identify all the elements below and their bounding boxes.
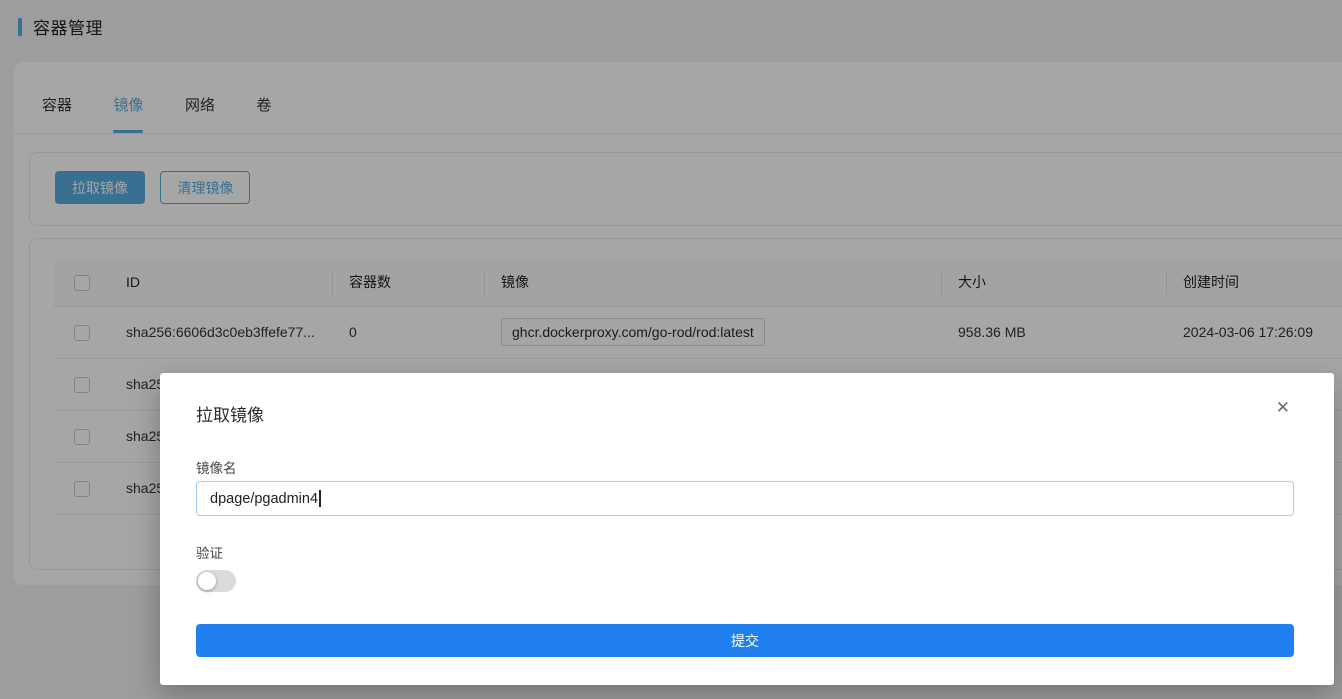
page: 容器管理 容器 镜像 网络 卷 拉取镜像 清理镜像 ID [0, 0, 1342, 699]
toggle-knob [198, 572, 216, 590]
close-icon[interactable]: ✕ [1276, 399, 1290, 416]
submit-button[interactable]: 提交 [196, 624, 1294, 657]
image-name-label: 镜像名 [196, 457, 237, 477]
modal-title: 拉取镜像 [196, 401, 264, 426]
image-name-value: dpage/pgadmin4 [210, 491, 318, 507]
verify-toggle[interactable] [196, 570, 236, 592]
text-caret [319, 490, 321, 507]
image-name-input[interactable]: dpage/pgadmin4 [196, 481, 1294, 516]
verify-label: 验证 [196, 542, 223, 562]
pull-image-modal: 拉取镜像 ✕ 镜像名 dpage/pgadmin4 验证 提交 [160, 373, 1334, 685]
